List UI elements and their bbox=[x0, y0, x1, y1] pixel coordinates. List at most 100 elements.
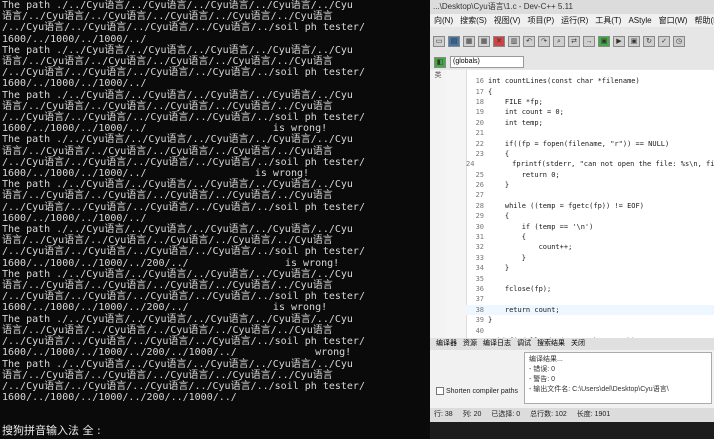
code-text: int countLines(const char *filename) bbox=[488, 77, 640, 86]
class-browser-icon[interactable]: ◧ bbox=[434, 56, 446, 68]
code-line[interactable]: 28 while ((temp = fgetc(fp)) != EOF) bbox=[466, 201, 714, 211]
print-icon[interactable]: ▥ bbox=[508, 35, 520, 47]
code-line[interactable]: 25 return 0; bbox=[466, 170, 714, 180]
code-text: if((fp = fopen(filename, "r")) == NULL) bbox=[488, 139, 670, 148]
code-line[interactable]: 17 { bbox=[466, 86, 714, 96]
console-line: /../Cyu语言/../Cyu语言/../Cyu语言/../Cyu语言/../… bbox=[2, 22, 365, 34]
line-number: 22 bbox=[475, 139, 484, 148]
console-line: The path ./../Cyu语言/../Cyu语言/../Cyu语言/..… bbox=[2, 44, 353, 56]
line-number: 35 bbox=[475, 274, 484, 283]
bottom-tab[interactable]: 调试 bbox=[517, 338, 531, 350]
goto-icon[interactable]: → bbox=[583, 35, 595, 47]
menu-item[interactable]: 项目(P) bbox=[527, 14, 554, 27]
code-line[interactable]: 33 } bbox=[466, 253, 714, 263]
save-icon[interactable]: ▦ bbox=[463, 35, 475, 47]
line-number: 17 bbox=[475, 87, 484, 96]
code-line[interactable]: 20 int temp; bbox=[466, 118, 714, 128]
menu-item[interactable]: AStyle bbox=[628, 14, 651, 27]
code-line[interactable]: 26 } bbox=[466, 180, 714, 190]
code-line[interactable]: 16 int countLines(const char *filename) bbox=[466, 76, 714, 86]
code-line[interactable]: 38 return count; bbox=[466, 304, 714, 315]
code-line[interactable]: 24 fprintf(stderr, "can not open the fil… bbox=[466, 159, 714, 169]
code-text: while ((temp = fgetc(fp)) != EOF) bbox=[488, 201, 644, 210]
status-col: 列: 20 bbox=[462, 411, 482, 418]
toolbar-secondary: ◧ (globals) bbox=[430, 55, 714, 69]
scope-select[interactable]: (globals) bbox=[450, 56, 524, 68]
console-line: 1600/../1000/../1000/../ bbox=[2, 212, 147, 224]
line-number: 30 bbox=[475, 222, 484, 231]
editor-gutter bbox=[446, 70, 467, 338]
code-line[interactable]: 27 bbox=[466, 190, 714, 200]
code-line[interactable]: 34 } bbox=[466, 263, 714, 273]
status-bar: 行: 38 列: 20 已选择: 0 总行数: 102 长度: 1901 bbox=[430, 408, 714, 422]
profile-icon[interactable]: ◷ bbox=[673, 35, 685, 47]
console-line: /../Cyu语言/../Cyu语言/../Cyu语言/../Cyu语言/../… bbox=[2, 201, 365, 213]
console-line: 语言/../Cyu语言/../Cyu语言/../Cyu语言/../Cyu语言/.… bbox=[2, 280, 333, 292]
bottom-tabs: 编译器 资源 编译日志 调试 搜索结果 关闭 bbox=[430, 338, 714, 350]
taskbar bbox=[430, 422, 714, 439]
undo-icon[interactable]: ↶ bbox=[523, 35, 535, 47]
rebuild-icon[interactable]: ↻ bbox=[643, 35, 655, 47]
code-editor[interactable]: 类 16 int countLines(const char *filename)… bbox=[430, 70, 714, 376]
replace-icon[interactable]: ⇄ bbox=[568, 35, 580, 47]
console-output: The path ./../Cyu语言/../Cyu语言/../Cyu语言/..… bbox=[0, 0, 430, 403]
code-line[interactable]: 22 if((fp = fopen(filename, "r")) == NUL… bbox=[466, 138, 714, 148]
code-line[interactable]: 19 int count = 0; bbox=[466, 107, 714, 117]
code-line[interactable]: 32 count++; bbox=[466, 242, 714, 252]
compile-run-icon[interactable]: ▣ bbox=[628, 35, 640, 47]
code-text: return count; bbox=[488, 305, 560, 314]
close-file-icon[interactable]: ✕ bbox=[493, 35, 505, 47]
code-line[interactable]: 31 { bbox=[466, 232, 714, 242]
class-tab[interactable]: 类 bbox=[430, 70, 447, 338]
menu-item[interactable]: 搜索(S) bbox=[460, 14, 487, 27]
devcpp-window: ...\Desktop\Cyu语言\1.c - Dev-C++ 5.11 向(N… bbox=[430, 0, 714, 439]
line-number: 18 bbox=[475, 97, 484, 106]
menu-item[interactable]: 运行(R) bbox=[561, 14, 588, 27]
line-number: 32 bbox=[475, 243, 484, 252]
console-line: 1600/../1000/../1000/../200/../1000/../ … bbox=[2, 347, 352, 359]
build-output-file: - 输出文件名: C:\Users\del\Desktop\Cyu语言\ bbox=[529, 386, 669, 393]
bottom-tab[interactable]: 资源 bbox=[463, 338, 477, 350]
menu-item[interactable]: 工具(T) bbox=[595, 14, 621, 27]
line-number: 26 bbox=[475, 181, 484, 190]
menu-item[interactable]: 视图(V) bbox=[494, 14, 521, 27]
code-line[interactable]: 40 bbox=[466, 325, 714, 335]
bottom-tab[interactable]: 搜索结果 bbox=[537, 338, 565, 350]
line-number: 34 bbox=[475, 264, 484, 273]
code-line[interactable]: 18 FILE *fp; bbox=[466, 97, 714, 107]
code-line[interactable]: 29 { bbox=[466, 211, 714, 221]
menu-item[interactable]: 向(N) bbox=[434, 14, 453, 27]
console-line: The path ./../Cyu语言/../Cyu语言/../Cyu语言/..… bbox=[2, 358, 353, 370]
redo-icon[interactable]: ↷ bbox=[538, 35, 550, 47]
code-line[interactable]: 30 if (temp == '\n') bbox=[466, 221, 714, 231]
console-line: The path ./../Cyu语言/../Cyu语言/../Cyu语言/..… bbox=[2, 0, 353, 11]
new-file-button[interactable]: ▭ bbox=[433, 35, 445, 47]
run-icon[interactable]: ▶ bbox=[613, 35, 625, 47]
line-number: 38 bbox=[475, 305, 484, 314]
line-number: 27 bbox=[475, 191, 484, 200]
open-icon[interactable]: ▤ bbox=[448, 35, 460, 47]
code-text: int count = 0; bbox=[488, 108, 564, 117]
shorten-paths-checkbox[interactable] bbox=[436, 387, 444, 395]
debug-icon[interactable]: ✓ bbox=[658, 35, 670, 47]
code-line[interactable]: 23 { bbox=[466, 149, 714, 159]
bottom-tab[interactable]: 编译器 bbox=[436, 338, 457, 350]
code-line[interactable]: 36 fclose(fp); bbox=[466, 284, 714, 294]
code-line[interactable]: 35 bbox=[466, 273, 714, 283]
save-all-icon[interactable]: ▦ bbox=[478, 35, 490, 47]
code-line[interactable]: 39} bbox=[466, 315, 714, 325]
line-number: 36 bbox=[475, 285, 484, 293]
compile-icon[interactable]: ▣ bbox=[598, 35, 610, 47]
bottom-tab[interactable]: 关闭 bbox=[571, 338, 585, 350]
console-line: The path ./../Cyu语言/../Cyu语言/../Cyu语言/..… bbox=[2, 313, 353, 325]
find-icon[interactable]: ⌕ bbox=[553, 35, 565, 47]
code-line[interactable]: 37 bbox=[466, 294, 714, 304]
console-line: The path ./../Cyu语言/../Cyu语言/../Cyu语言/..… bbox=[2, 268, 353, 280]
console-line: The path ./../Cyu语言/../Cyu语言/../Cyu语言/..… bbox=[2, 134, 353, 146]
shorten-paths-option[interactable]: Shorten compiler paths bbox=[436, 387, 518, 395]
bottom-tab[interactable]: 编译日志 bbox=[483, 338, 511, 350]
menu-item[interactable]: 窗口(W) bbox=[659, 14, 688, 27]
build-warnings: - 警告: 0 bbox=[529, 376, 556, 383]
menu-item[interactable]: 帮助(H) bbox=[694, 14, 714, 27]
code-line[interactable]: 21 bbox=[466, 128, 714, 138]
